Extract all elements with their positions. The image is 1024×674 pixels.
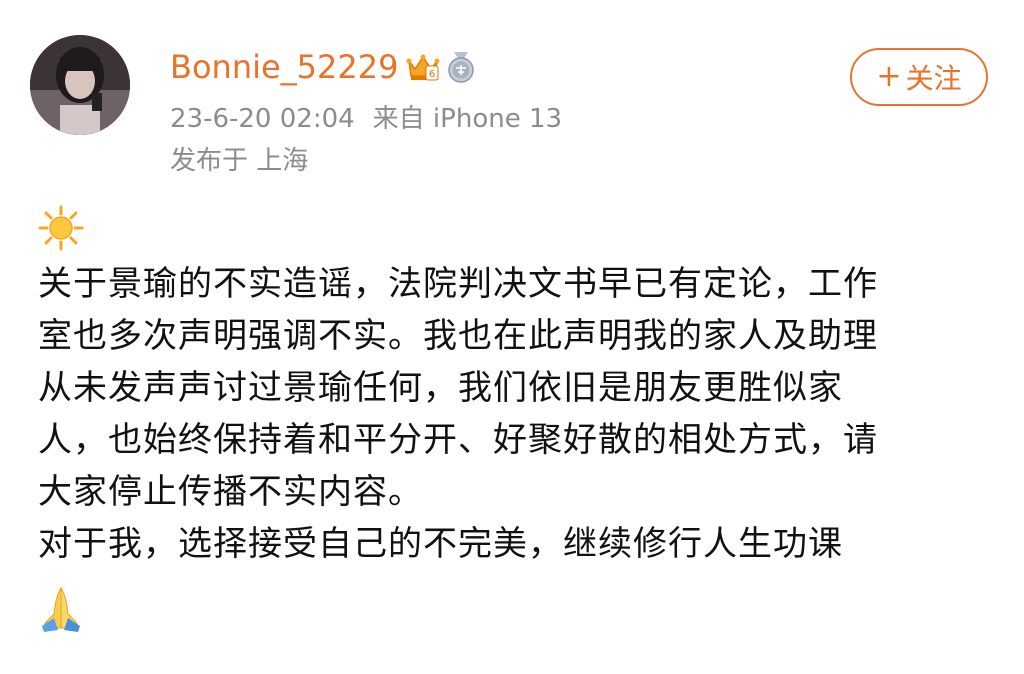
post-timestamp: 23-6-20 02:04 xyxy=(170,104,355,134)
post-line: 从未发声声讨过景瑜任何，我们依旧是朋友更胜似家 xyxy=(38,368,843,408)
folded-hands-emoji xyxy=(36,584,86,634)
post-line: 关于景瑜的不实造谣，法院判决文书早已有定论，工作 xyxy=(38,264,878,304)
crown-badge-icon[interactable]: 6 xyxy=(406,52,440,82)
avatar-image xyxy=(30,35,130,135)
username-row: Bonnie_52229 6 xyxy=(170,46,476,88)
post-line: 室也多次声明强调不实。我也在此声明我的家人及助理 xyxy=(38,316,878,356)
svg-text:6: 6 xyxy=(429,69,435,80)
post-source: 来自 iPhone 13 xyxy=(372,104,563,134)
post-line: 人，也始终保持着和平分开、好聚好散的相处方式，请 xyxy=(38,420,878,460)
post-body: 关于景瑜的不实造谣，法院判决文书早已有定论，工作 室也多次声明强调不实。我也在此… xyxy=(38,258,988,570)
post-line: 大家停止传播不实内容。 xyxy=(38,472,423,512)
post-location: 发布于 上海 xyxy=(170,146,309,176)
follow-button[interactable]: + 关注 xyxy=(850,48,988,106)
post-line: 对于我，选择接受自己的不完美，继续修行人生功课 xyxy=(38,524,843,564)
weibo-post: Bonnie_52229 6 23-6-20 02:04 来自 iPhone 13 xyxy=(0,0,1024,674)
post-meta: 23-6-20 02:04 来自 iPhone 13 xyxy=(170,98,562,135)
plus-icon: + xyxy=(876,59,902,94)
medal-badge-icon[interactable] xyxy=(446,50,476,84)
username[interactable]: Bonnie_52229 xyxy=(170,48,398,86)
user-avatar[interactable] xyxy=(30,35,130,135)
sun-emoji xyxy=(38,205,84,251)
follow-label: 关注 xyxy=(905,62,962,95)
